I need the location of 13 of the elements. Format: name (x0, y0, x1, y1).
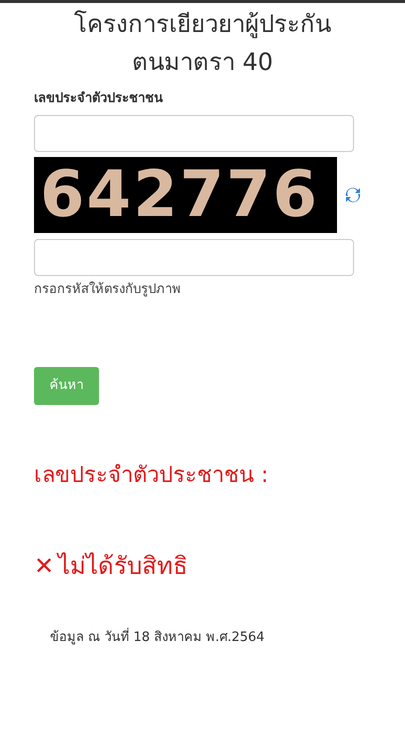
hint-text: กรอกรหัสให้ตรงกับรูปภาพ (34, 280, 182, 298)
data-date-note: ข้อมูล ณ วันที่ 18 สิงหาคม พ.ศ.2564 (50, 628, 371, 648)
cross-icon: ✕ (34, 548, 54, 584)
result-text: ไม่ได้รับสิทธิ (58, 551, 188, 582)
input-field[interactable] (34, 114, 354, 152)
refresh-icon[interactable] (345, 186, 361, 202)
input-field[interactable] (34, 238, 354, 276)
result-label: เลขประจำตัวประชาชน : (34, 462, 270, 490)
page-title: ตนมาตรา 40 (132, 47, 274, 78)
search-button[interactable]: ค้นหา (34, 367, 99, 405)
captcha-image: 642776 (34, 156, 337, 232)
page-title: โครงการเยียวยาผู้ประกัน (74, 9, 331, 40)
field-label: เลขประจำตัวประชาชน (34, 90, 164, 108)
